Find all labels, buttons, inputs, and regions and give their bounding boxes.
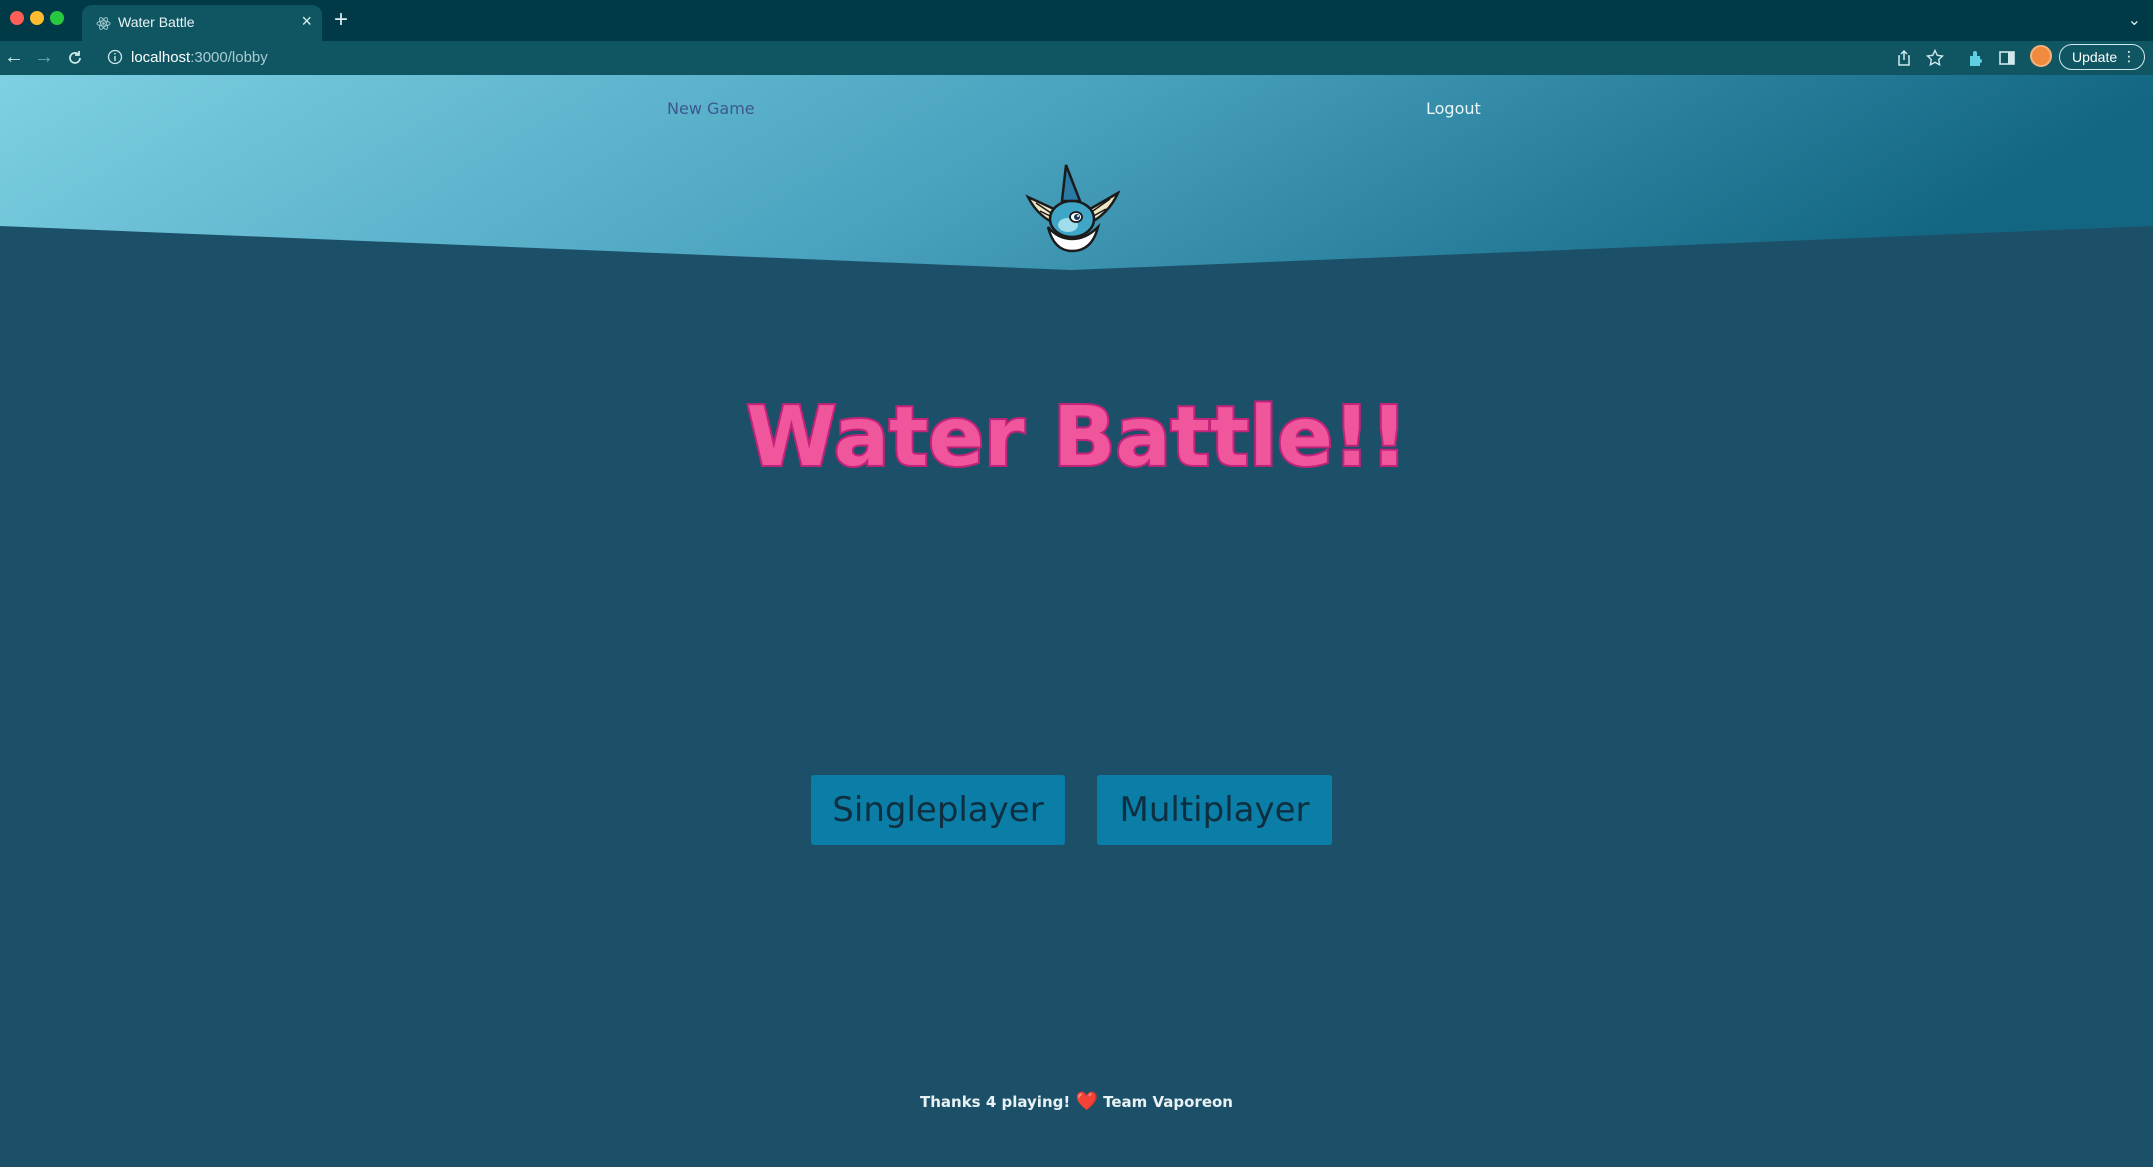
nav-new-game-link[interactable]: New Game <box>667 99 755 118</box>
back-arrow-icon[interactable]: ← <box>4 46 24 68</box>
singleplayer-button[interactable]: Singleplayer <box>811 775 1065 845</box>
new-tab-button[interactable]: + <box>334 8 348 32</box>
lobby-page: New Game Logout Water Battle!! Singlepla… <box>0 75 2153 1167</box>
game-title-wordmark: Water Battle!! <box>744 388 1409 487</box>
extensions-icon[interactable] <box>1966 48 1986 68</box>
share-icon[interactable] <box>1894 48 1914 68</box>
address-bar[interactable]: localhost:3000/lobby <box>131 49 268 66</box>
footer: Thanks 4 playing! ❤️ Team Vaporeon <box>0 1091 2153 1112</box>
update-label: Update <box>2072 49 2118 65</box>
minimize-window-button[interactable] <box>30 11 44 25</box>
game-title-text: Water Battle!! <box>746 390 1407 485</box>
maximize-window-button[interactable] <box>50 11 64 25</box>
url-path: :3000/lobby <box>190 49 268 66</box>
browser-tab-bar: Water Battle × + ⌄ <box>0 0 2153 41</box>
tab-title: Water Battle <box>118 14 195 30</box>
footer-text-end: Team Vaporeon <box>1103 1093 1233 1111</box>
more-menu-icon[interactable]: ⋮ <box>2122 48 2136 65</box>
side-panel-icon[interactable] <box>1997 48 2017 68</box>
browser-tab-active[interactable]: Water Battle × <box>82 5 322 41</box>
profile-avatar[interactable] <box>2030 45 2052 67</box>
vaporeon-logo[interactable] <box>1024 159 1120 255</box>
site-info-icon[interactable] <box>107 49 123 65</box>
nav-logout-link[interactable]: Logout <box>1426 99 1481 118</box>
url-host: localhost <box>131 49 191 66</box>
tab-search-icon[interactable]: ⌄ <box>2128 10 2141 30</box>
forward-arrow-icon[interactable]: → <box>34 46 54 68</box>
browser-toolbar: ← → localhost:3000/lobby <box>0 41 2153 75</box>
multiplayer-button[interactable]: Multiplayer <box>1097 775 1332 845</box>
update-button[interactable]: Update ⋮ <box>2059 44 2145 70</box>
tab-close-icon[interactable]: × <box>301 12 312 30</box>
game-title: Water Battle!! <box>0 380 2153 495</box>
bookmark-star-icon[interactable] <box>1925 48 1945 68</box>
close-window-button[interactable] <box>10 11 24 25</box>
heart-icon: ❤️ <box>1075 1091 1098 1112</box>
footer-text-start: Thanks 4 playing! <box>919 1093 1071 1111</box>
reload-icon[interactable] <box>66 48 84 68</box>
react-icon <box>96 17 111 30</box>
